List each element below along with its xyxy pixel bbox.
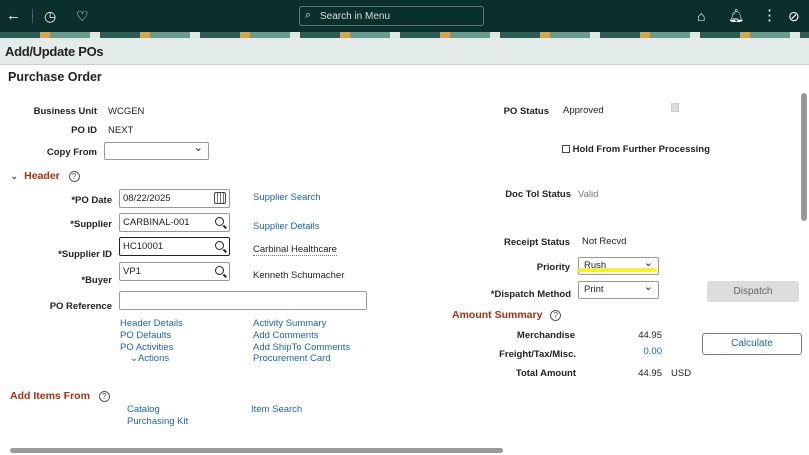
copy-from-label: Copy From: [46, 147, 97, 158]
header-section-title: Header: [24, 170, 60, 182]
po-activities-link[interactable]: PO Activities: [120, 342, 173, 353]
buyer-input[interactable]: VP1: [119, 262, 230, 281]
divider: [32, 9, 33, 23]
po-status-value: Approved: [563, 105, 604, 116]
search-placeholder: Search in Menu: [320, 11, 391, 22]
supplier-search-link[interactable]: Supplier Search: [253, 192, 321, 203]
hold-checkbox[interactable]: [562, 145, 570, 154]
po-defaults-link[interactable]: PO Defaults: [120, 330, 171, 341]
add-shipto-comments-link[interactable]: Add ShipTo Comments: [253, 342, 350, 353]
horizontal-scrollbar[interactable]: [10, 448, 503, 453]
procurement-card-link[interactable]: Procurement Card: [253, 353, 331, 364]
total-amount-label: Total Amount: [515, 368, 576, 379]
activity-summary-link[interactable]: Activity Summary: [253, 318, 326, 329]
dispatch-method-label: *Dispatch Method: [490, 289, 571, 300]
po-date-label: *PO Date: [71, 195, 112, 206]
document-icon[interactable]: [671, 103, 679, 112]
dispatch-button[interactable]: Dispatch: [707, 281, 799, 302]
supplier-input[interactable]: CARBINAL-001: [119, 213, 230, 232]
business-unit-value: WCGEN: [108, 106, 145, 117]
purchasing-kit-link[interactable]: Purchasing Kit: [127, 416, 188, 427]
search-menu-input[interactable]: ⌕ Search in Menu: [299, 6, 484, 26]
supplier-label: *Supplier: [70, 219, 112, 230]
item-search-link[interactable]: Item Search: [251, 404, 302, 415]
receipt-status-label: Receipt Status: [504, 237, 570, 248]
receipt-status-value: Not Recvd: [582, 236, 627, 247]
help-icon[interactable]: ?: [98, 391, 110, 402]
amount-summary-section: Amount Summary ?: [452, 309, 562, 321]
buyer-name: Kenneth Schumacher: [253, 270, 345, 281]
navigator-compass-icon[interactable]: ⊘: [788, 0, 800, 32]
home-icon[interactable]: ⌂: [697, 0, 705, 32]
total-amount-value: 44.95: [638, 368, 662, 379]
doc-tol-status-value: Valid: [578, 189, 599, 200]
add-items-section: Add Items From ?: [10, 390, 110, 402]
search-icon[interactable]: [215, 266, 224, 275]
actions-menu[interactable]: ⌄Actions: [130, 353, 169, 364]
buyer-label: *Buyer: [81, 275, 112, 286]
page-title: Add/Update POs: [5, 44, 104, 59]
header-section-toggle[interactable]: ⌄ Header ?: [10, 170, 80, 182]
top-navigation-bar: ← ◷ ♡ ⌕ Search in Menu ⌂ 🔔︎ ⋮ ⊘: [0, 0, 809, 32]
po-id-label: PO ID: [71, 125, 97, 136]
freight-value-link[interactable]: 0.00: [610, 346, 663, 357]
supplier-details-link[interactable]: Supplier Details: [253, 221, 320, 232]
header-details-link[interactable]: Header Details: [120, 318, 183, 329]
search-icon[interactable]: [215, 241, 224, 250]
add-items-title: Add Items From: [10, 390, 90, 402]
notifications-bell-icon[interactable]: 🔔︎: [728, 0, 745, 32]
back-arrow-icon[interactable]: ←: [6, 0, 21, 32]
hold-label: Hold From Further Processing: [572, 144, 710, 155]
merchandise-value: 44.95: [638, 330, 662, 341]
chevron-down-icon: ⌄: [10, 171, 19, 182]
search-icon[interactable]: [215, 217, 224, 226]
help-icon[interactable]: ?: [550, 310, 562, 321]
supplier-id-label: *Supplier ID: [58, 249, 112, 260]
amount-summary-title: Amount Summary: [452, 309, 543, 321]
chevron-down-icon: ⌄: [130, 353, 138, 364]
add-comments-link[interactable]: Add Comments: [253, 330, 318, 341]
supplier-id-input[interactable]: HC10001: [119, 237, 230, 256]
dispatch-method-select[interactable]: Print: [578, 280, 659, 299]
page-title-bar: Add/Update POs: [0, 38, 809, 65]
freight-label: Freight/Tax/Misc.: [499, 349, 576, 360]
priority-label: Priority: [536, 262, 570, 273]
po-reference-input[interactable]: [119, 291, 367, 310]
highlight-mark: [577, 268, 657, 272]
calculate-button[interactable]: Calculate: [702, 333, 802, 355]
supplier-name: Carbinal Healthcare: [253, 244, 337, 256]
merchandise-label: Merchandise: [516, 330, 575, 341]
priority-select[interactable]: Rush: [577, 256, 659, 275]
business-unit-label: Business Unit: [33, 106, 97, 117]
copy-from-select[interactable]: [104, 141, 209, 160]
recent-history-icon[interactable]: ◷: [44, 0, 56, 32]
catalog-link[interactable]: Catalog: [127, 404, 160, 415]
po-status-label: PO Status: [503, 106, 549, 117]
more-options-icon[interactable]: ⋮: [762, 0, 777, 32]
favorites-heart-icon[interactable]: ♡: [76, 0, 89, 32]
currency: USD: [671, 368, 692, 379]
vertical-scrollbar[interactable]: [801, 93, 807, 221]
po-date-input[interactable]: 08/22/2025: [119, 189, 230, 208]
search-icon: ⌕: [305, 9, 312, 21]
section-title: Purchase Order: [8, 70, 102, 84]
help-icon[interactable]: ?: [68, 171, 80, 182]
hold-checkbox-row[interactable]: Hold From Further Processing: [562, 144, 710, 155]
calendar-icon[interactable]: [214, 192, 226, 204]
doc-tol-status-label: Doc Tol Status: [505, 189, 571, 200]
po-reference-label: PO Reference: [49, 301, 112, 312]
po-id-value: NEXT: [108, 125, 134, 136]
